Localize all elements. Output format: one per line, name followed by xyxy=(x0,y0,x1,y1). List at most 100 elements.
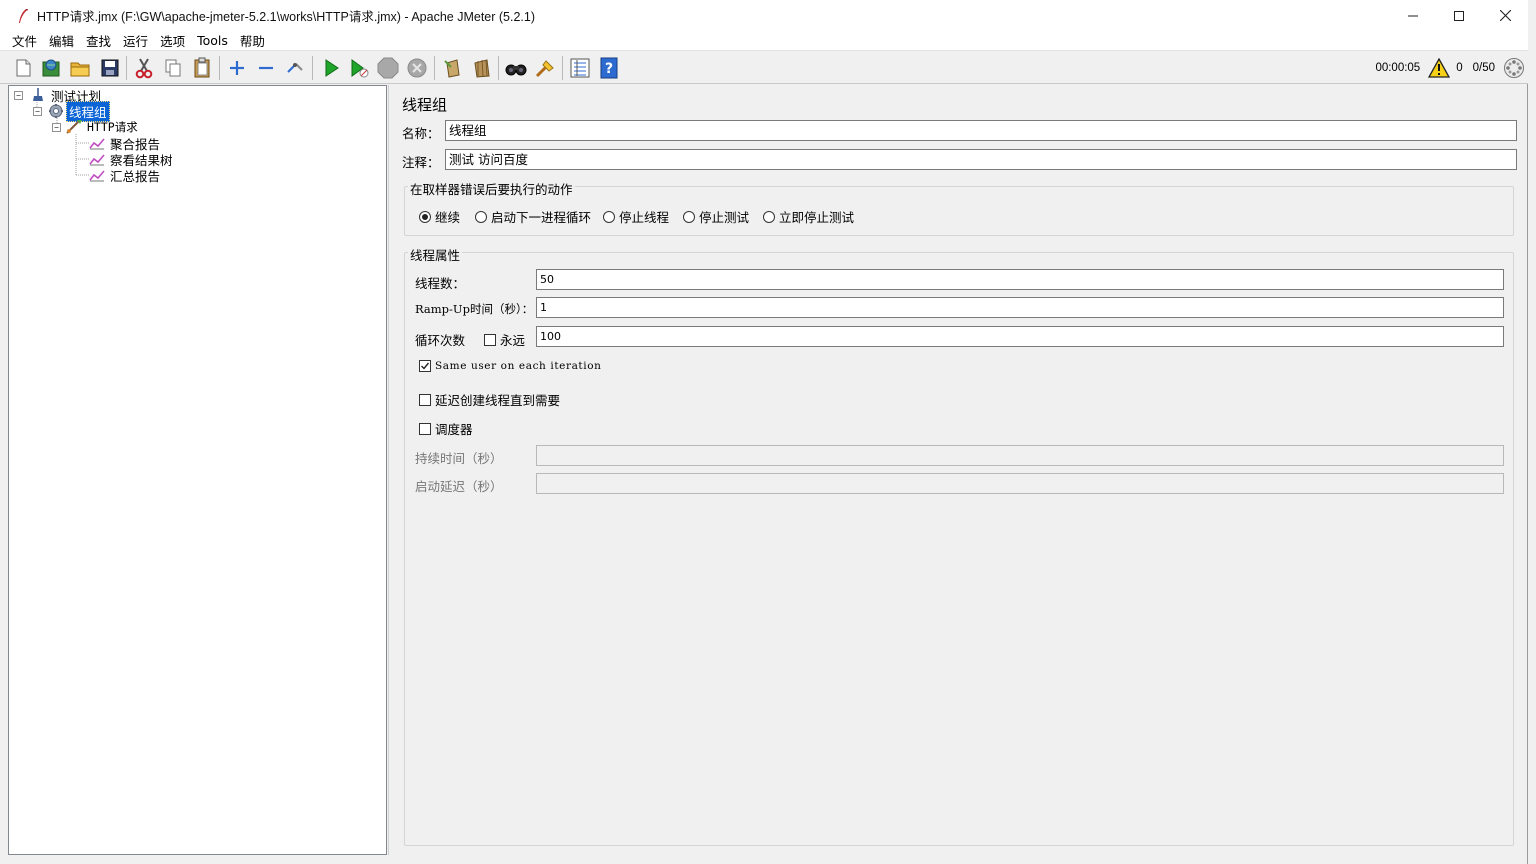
reset-search-button[interactable] xyxy=(532,55,558,81)
menu-file[interactable]: 文件 xyxy=(6,31,43,50)
toggle-icon xyxy=(287,63,303,73)
threads-label: 线程数： xyxy=(415,276,466,291)
loop-count-label: 循环次数 xyxy=(415,333,466,348)
clear-all-icon xyxy=(474,59,490,78)
checkbox-icon xyxy=(484,333,496,346)
menu-search[interactable]: 查找 xyxy=(80,31,117,50)
radio-icon xyxy=(683,210,695,223)
duration-label: 持续时间（秒） xyxy=(415,451,503,466)
same-user-checkbox[interactable]: Same user on each iteration xyxy=(419,360,602,372)
toolbar: ? xyxy=(0,51,1528,84)
collapse-all-button[interactable] xyxy=(253,55,279,81)
minimize-button[interactable] xyxy=(1390,0,1436,31)
search-button[interactable] xyxy=(503,55,529,81)
test-plan-tree[interactable]: − 测试计划 − 线程组 − HTTP请求 聚合报告 察看结果树 汇总报告 xyxy=(8,85,387,855)
scheduler-checkbox[interactable]: 调度器 xyxy=(419,419,473,438)
cut-button[interactable] xyxy=(131,55,157,81)
new-file-icon xyxy=(16,59,31,77)
close-button[interactable] xyxy=(1482,0,1528,31)
collapse-toggle-icon[interactable]: − xyxy=(33,106,42,116)
menu-options[interactable]: 选项 xyxy=(154,31,191,50)
toggle-button[interactable] xyxy=(282,55,308,81)
title-bar[interactable]: HTTP请求.jmx (F:\GW\apache-jmeter-5.2.1\wo… xyxy=(0,0,1528,31)
paste-button[interactable] xyxy=(189,55,215,81)
comment-input[interactable]: 测试 访问百度 xyxy=(445,149,1517,170)
thread-properties-title: 线程属性 xyxy=(408,245,463,264)
forever-checkbox[interactable]: 永远 xyxy=(484,330,525,349)
remote-status-icon xyxy=(1503,57,1525,79)
shutdown-button[interactable] xyxy=(404,55,430,81)
warning-count: 0 xyxy=(1456,61,1463,74)
listener-icon xyxy=(89,152,105,166)
collapse-icon xyxy=(259,66,273,70)
copy-button[interactable] xyxy=(160,55,186,81)
radio-stop-test-now[interactable]: 立即停止测试 xyxy=(763,207,854,226)
collapse-toggle-icon[interactable]: − xyxy=(14,90,23,100)
templates-icon xyxy=(42,59,60,77)
tree-node-summary-report[interactable]: 汇总报告 xyxy=(89,167,162,184)
thread-group-panel: 线程组 名称： 线程组 注释： 测试 访问百度 在取样器错误后要执行的动作 继续… xyxy=(392,85,1527,863)
radio-start-next-loop[interactable]: 启动下一进程循环 xyxy=(475,207,591,226)
clear-all-button[interactable] xyxy=(468,55,494,81)
start-button[interactable] xyxy=(318,55,344,81)
elapsed-time: 00:00:05 xyxy=(1375,61,1421,74)
menu-help[interactable]: 帮助 xyxy=(234,31,271,50)
help-button[interactable]: ? xyxy=(596,55,622,81)
stop-button[interactable] xyxy=(375,55,401,81)
thread-group-icon xyxy=(48,103,64,119)
radio-stop-thread[interactable]: 停止线程 xyxy=(603,207,669,226)
start-icon xyxy=(325,59,339,77)
open-folder-icon xyxy=(70,62,90,77)
radio-stop-test[interactable]: 停止测试 xyxy=(683,207,749,226)
active-threads: 0/50 xyxy=(1472,61,1495,74)
startup-delay-input[interactable] xyxy=(536,473,1504,494)
status-area: 00:00:05 0 0/50 xyxy=(1375,51,1527,84)
toolbar-separator xyxy=(498,56,499,80)
open-button[interactable] xyxy=(67,55,93,81)
new-button[interactable] xyxy=(10,55,36,81)
comment-label: 注释： xyxy=(402,155,440,170)
radio-icon xyxy=(475,210,487,223)
loop-count-input[interactable]: 100 xyxy=(536,326,1504,347)
menu-tools[interactable]: Tools xyxy=(191,33,234,48)
expand-all-button[interactable] xyxy=(224,55,250,81)
rampup-input[interactable]: 1 xyxy=(536,297,1504,318)
start-no-pause-icon xyxy=(351,59,369,78)
start-no-pauses-button[interactable] xyxy=(346,55,372,81)
function-helper-button[interactable] xyxy=(567,55,593,81)
tree-label: 汇总报告 xyxy=(110,168,161,184)
radio-icon xyxy=(603,210,615,223)
listener-icon xyxy=(89,136,105,150)
name-input[interactable]: 线程组 xyxy=(445,120,1517,141)
tree-node-thread-group[interactable]: − 线程组 xyxy=(33,100,110,122)
templates-button[interactable] xyxy=(38,55,64,81)
collapse-toggle-icon[interactable]: − xyxy=(52,122,61,132)
warning-icon[interactable] xyxy=(1428,57,1451,78)
jmeter-window: HTTP请求.jmx (F:\GW\apache-jmeter-5.2.1\wo… xyxy=(0,0,1528,864)
window-title: HTTP请求.jmx (F:\GW\apache-jmeter-5.2.1\wo… xyxy=(37,10,536,24)
clear-button[interactable] xyxy=(439,55,465,81)
radio-continue[interactable]: 继续 xyxy=(419,207,460,226)
toolbar-separator xyxy=(312,56,313,80)
toolbar-separator xyxy=(562,56,563,80)
checkbox-icon xyxy=(419,422,431,435)
radio-selected-icon xyxy=(419,210,431,223)
menu-run[interactable]: 运行 xyxy=(117,31,154,50)
window-controls xyxy=(1390,0,1528,31)
rampup-label: Ramp-Up时间（秒）： xyxy=(415,302,534,316)
threads-input[interactable]: 50 xyxy=(536,269,1504,290)
paste-icon xyxy=(194,57,210,78)
http-sampler-icon xyxy=(65,119,83,135)
menu-edit[interactable]: 编辑 xyxy=(43,31,80,50)
jmeter-feather-icon xyxy=(16,8,30,24)
close-icon xyxy=(1499,10,1511,21)
stop-icon xyxy=(377,57,399,79)
toolbar-separator xyxy=(434,56,435,80)
duration-input[interactable] xyxy=(536,445,1504,466)
delay-thread-creation-checkbox[interactable]: 延迟创建线程直到需要 xyxy=(419,390,560,409)
maximize-button[interactable] xyxy=(1436,0,1482,31)
save-button[interactable] xyxy=(97,55,123,81)
function-helper-icon xyxy=(570,58,590,78)
cut-icon xyxy=(135,58,153,79)
save-icon xyxy=(101,59,119,77)
